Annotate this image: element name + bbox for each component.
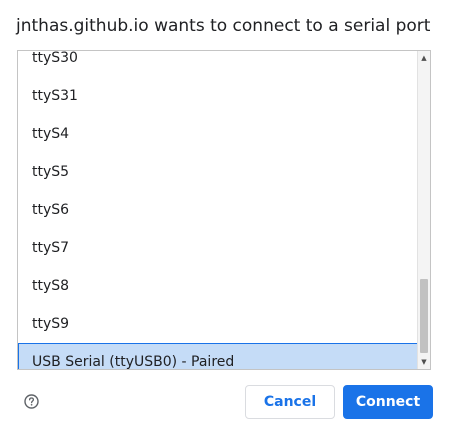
help-circle-icon[interactable] — [24, 394, 39, 409]
dialog-title: jnthas.github.io wants to connect to a s… — [16, 16, 431, 36]
port-item[interactable]: ttyS6 — [18, 191, 418, 229]
scroll-down-arrow-icon[interactable]: ▼ — [418, 356, 430, 368]
port-item[interactable]: ttyS7 — [18, 229, 418, 267]
port-item[interactable]: ttyS8 — [18, 267, 418, 305]
port-item[interactable]: ttyS4 — [18, 115, 418, 153]
port-item-selected[interactable]: USB Serial (ttyUSB0) - Paired — [18, 343, 418, 369]
port-item[interactable]: ttyS31 — [18, 77, 418, 115]
scrollbar-thumb[interactable] — [420, 279, 428, 353]
port-item[interactable]: ttyS30 — [18, 51, 418, 77]
connect-button[interactable]: Connect — [343, 385, 433, 419]
scroll-up-arrow-icon[interactable]: ▲ — [418, 52, 430, 64]
port-item[interactable]: ttyS5 — [18, 153, 418, 191]
serial-port-chooser-dialog: jnthas.github.io wants to connect to a s… — [0, 0, 449, 434]
port-item[interactable]: ttyS9 — [18, 305, 418, 343]
list-scrollbar[interactable]: ▲ ▼ — [417, 51, 430, 369]
port-list-frame: ttyS30 ttyS31 ttyS4 ttyS5 ttyS6 ttyS7 tt… — [17, 50, 431, 370]
cancel-button[interactable]: Cancel — [245, 385, 335, 419]
port-list[interactable]: ttyS30 ttyS31 ttyS4 ttyS5 ttyS6 ttyS7 tt… — [18, 51, 418, 369]
